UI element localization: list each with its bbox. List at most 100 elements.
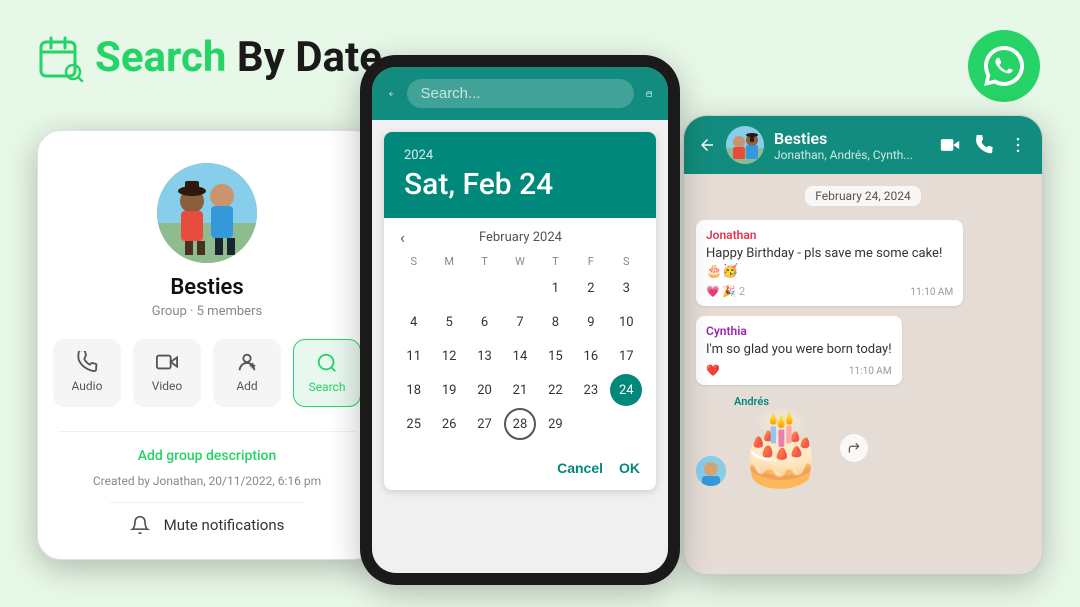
calendar-search-icon [37, 34, 85, 82]
search-button[interactable]: Search [293, 339, 361, 407]
audio-button[interactable]: Audio [53, 339, 121, 407]
back-icon[interactable] [388, 84, 395, 104]
calendar-grid: S M T W T F S 1 2 3 [384, 251, 656, 452]
cal-day-14[interactable]: 14 [504, 340, 536, 372]
cal-day-28[interactable]: 28 [504, 408, 536, 440]
cal-day-23[interactable]: 23 [575, 374, 607, 406]
page-title: Search By Date [95, 33, 382, 82]
cal-day-8[interactable]: 8 [539, 306, 571, 338]
action-buttons: Audio Video Add Search [53, 339, 361, 407]
cal-empty [504, 272, 536, 304]
phone-right: Besties Jonathan, Andrés, Cynth... Febru… [683, 115, 1043, 575]
add-label: Add [236, 379, 257, 393]
message-cynthia: Cynthia I'm so glad you were born today!… [696, 316, 902, 384]
cal-day-6[interactable]: 6 [469, 306, 501, 338]
cal-day-12[interactable]: 12 [433, 340, 465, 372]
message-time-jonathan: 11:10 AM [911, 287, 954, 298]
calendar-days: 1 2 3 4 5 6 7 8 9 10 11 12 13 14 15 [396, 272, 644, 440]
group-created: Created by Jonathan, 20/11/2022, 6:16 pm [73, 472, 341, 498]
group-description[interactable]: Add group description [118, 440, 297, 472]
forward-button[interactable] [840, 434, 868, 462]
group-name: Besties [170, 275, 243, 300]
audio-label: Audio [72, 379, 103, 393]
cal-day-1[interactable]: 1 [539, 272, 571, 304]
cal-day-13[interactable]: 13 [469, 340, 501, 372]
whatsapp-logo [968, 30, 1040, 102]
video-button[interactable]: Video [133, 339, 201, 407]
title-area: Search By Date [37, 33, 382, 82]
sender-jonathan: Jonathan [706, 228, 953, 242]
video-call-icon[interactable] [940, 135, 960, 155]
cal-day-5[interactable]: 5 [433, 306, 465, 338]
andres-bubble-area: Andrés 🎂 [734, 395, 868, 486]
cal-day-10[interactable]: 10 [610, 306, 642, 338]
message-time-cynthia: 11:10 AM [849, 366, 892, 377]
chat-subtitle: Jonathan, Andrés, Cynth... [774, 148, 930, 162]
cal-day-4[interactable]: 4 [398, 306, 430, 338]
calendar-widget: 2024 Sat, Feb 24 ‹ February 2024 › S M T… [384, 132, 656, 490]
calendar-icon[interactable] [646, 84, 653, 104]
chat-header-info: Besties Jonathan, Andrés, Cynth... [774, 129, 930, 162]
cal-day-20[interactable]: 20 [469, 374, 501, 406]
search-input[interactable] [407, 79, 634, 108]
prev-month-icon[interactable]: ‹ [400, 228, 405, 247]
avatar [157, 163, 257, 263]
chat-title: Besties [774, 129, 930, 148]
search-bar [372, 67, 668, 120]
cancel-button[interactable]: Cancel [557, 460, 603, 476]
message-jonathan: Jonathan Happy Birthday - pls save me so… [696, 220, 963, 306]
chat-action-icons [940, 135, 1028, 155]
cal-empty [433, 272, 465, 304]
group-meta: Group · 5 members [152, 304, 262, 319]
group-profile: Besties Group · 5 members Audio Video Ad… [38, 131, 376, 560]
ok-button[interactable]: OK [619, 460, 640, 476]
chat-header: Besties Jonathan, Andrés, Cynth... [684, 116, 1042, 174]
month-year-label: February 2024 [479, 230, 562, 245]
andres-cake-row: 🎂 [734, 410, 868, 486]
cal-day-17[interactable]: 17 [610, 340, 642, 372]
andres-avatar [696, 456, 726, 486]
mute-label: Mute notifications [164, 516, 285, 534]
chat-date-label: February 24, 2024 [805, 186, 920, 206]
calendar-actions: Cancel OK [384, 452, 656, 490]
cal-empty [398, 272, 430, 304]
sender-cynthia: Cynthia [706, 324, 892, 338]
cal-empty [469, 272, 501, 304]
phone-left: Besties Group · 5 members Audio Video Ad… [37, 130, 377, 560]
cal-day-27[interactable]: 27 [469, 408, 501, 440]
video-label: Video [152, 379, 183, 393]
cal-day-16[interactable]: 16 [575, 340, 607, 372]
message-andres-row: Andrés 🎂 [696, 395, 1030, 486]
calendar-nav: ‹ February 2024 › [384, 218, 656, 251]
calendar-header: 2024 Sat, Feb 24 [384, 132, 656, 218]
cal-day-2[interactable]: 2 [575, 272, 607, 304]
cake-emoji: 🎂 [734, 410, 828, 486]
voice-call-icon[interactable] [974, 135, 994, 155]
more-options-icon[interactable] [1008, 135, 1028, 155]
search-label: Search [309, 380, 346, 394]
cal-day-9[interactable]: 9 [575, 306, 607, 338]
cal-day-29[interactable]: 29 [539, 408, 571, 440]
back-chat-icon[interactable] [698, 136, 716, 154]
phone-middle-inner: 2024 Sat, Feb 24 ‹ February 2024 › S M T… [372, 67, 668, 573]
days-of-week: S M T W T F S [396, 255, 644, 268]
cal-day-25[interactable]: 25 [398, 408, 430, 440]
mute-row: Mute notifications [110, 502, 305, 547]
cal-day-7[interactable]: 7 [504, 306, 536, 338]
cal-day-21[interactable]: 21 [504, 374, 536, 406]
calendar-year: 2024 [404, 148, 636, 163]
chat-avatar [726, 126, 764, 164]
cal-day-22[interactable]: 22 [539, 374, 571, 406]
cal-day-11[interactable]: 11 [398, 340, 430, 372]
cal-day-24[interactable]: 24 [610, 374, 642, 406]
message-text-cynthia: I'm so glad you were born today! [706, 341, 892, 359]
divider [58, 431, 356, 432]
add-button[interactable]: Add [213, 339, 281, 407]
cal-day-15[interactable]: 15 [539, 340, 571, 372]
cal-day-19[interactable]: 19 [433, 374, 465, 406]
cal-day-18[interactable]: 18 [398, 374, 430, 406]
cal-day-26[interactable]: 26 [433, 408, 465, 440]
message-text-jonathan: Happy Birthday - pls save me some cake! … [706, 245, 953, 281]
cal-day-3[interactable]: 3 [610, 272, 642, 304]
bell-icon [130, 515, 150, 535]
